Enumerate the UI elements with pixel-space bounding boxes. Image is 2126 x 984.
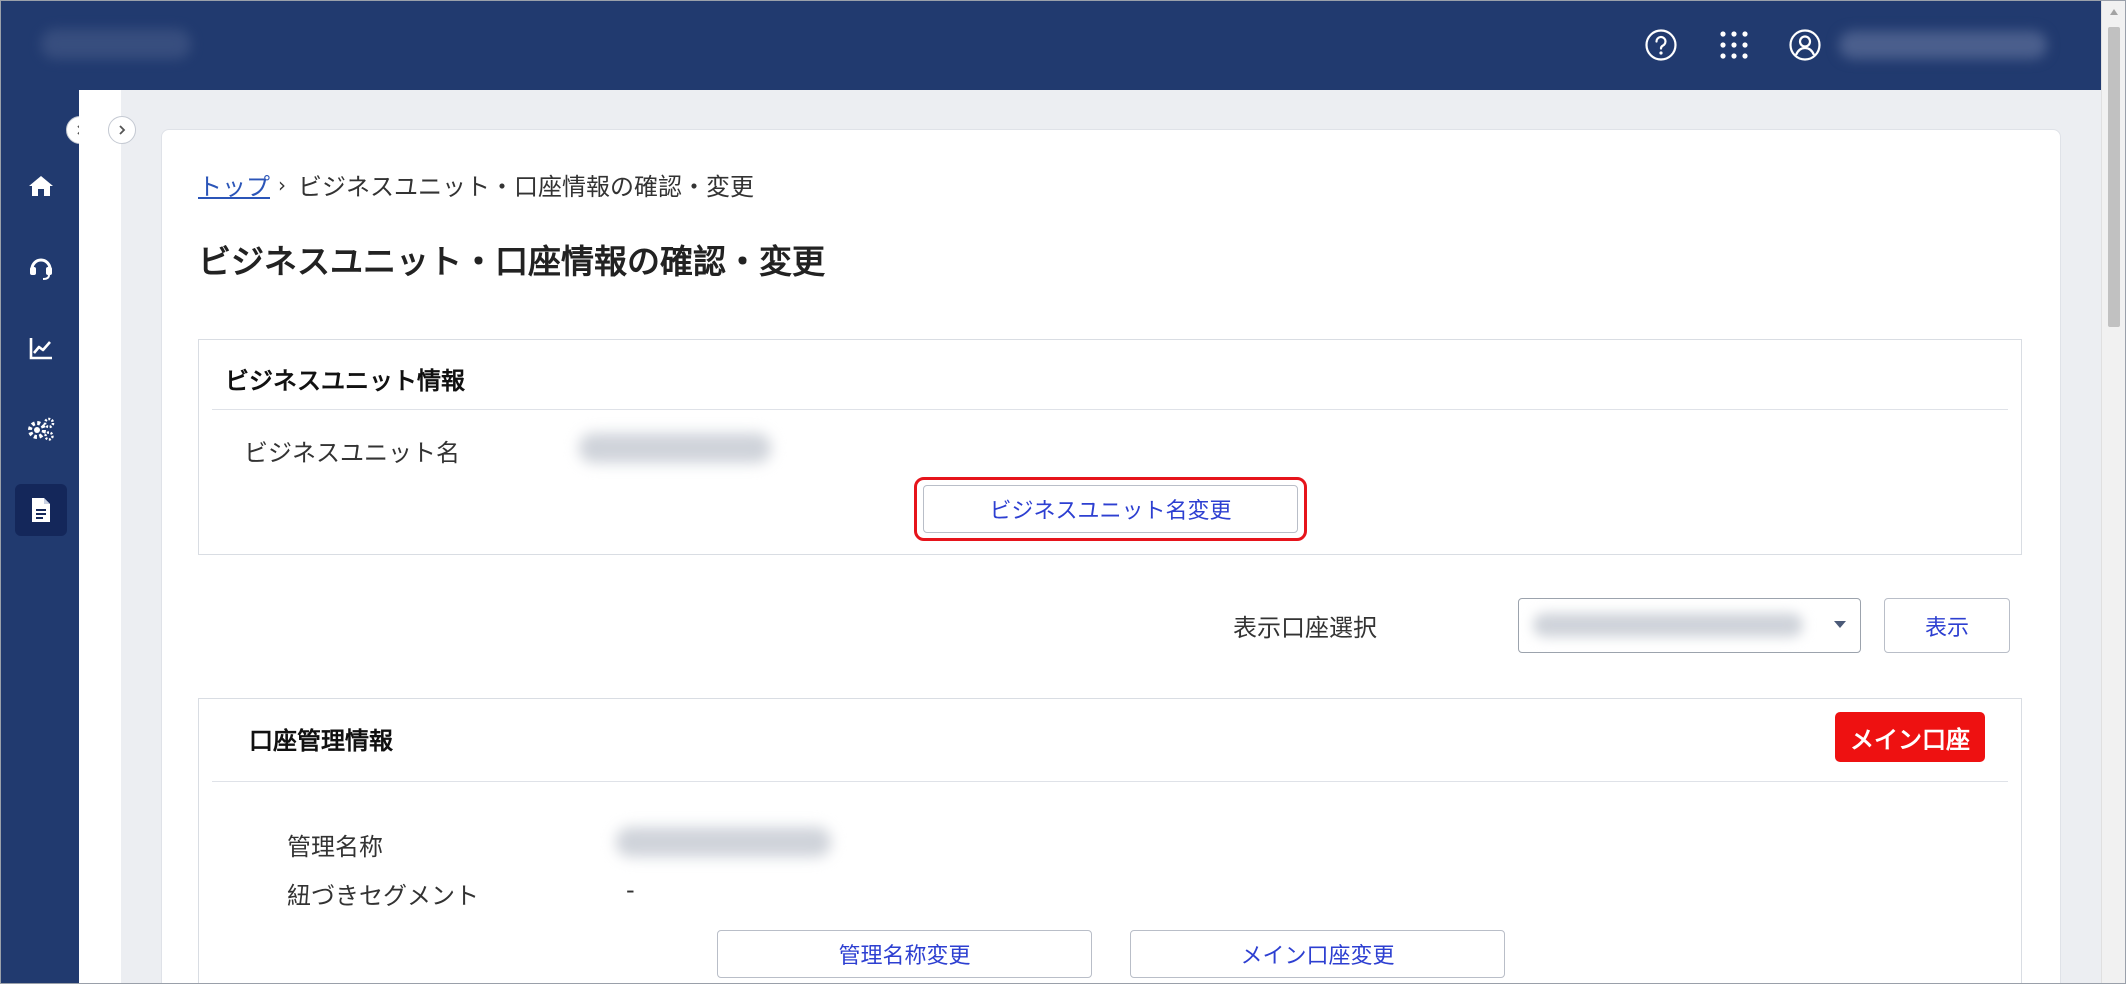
scroll-up-arrow-icon[interactable]: [2102, 1, 2125, 23]
management-name-value: [616, 827, 831, 857]
business-unit-section-title: ビジネスユニット情報: [225, 367, 465, 395]
account-management-section-title: 口座管理情報: [249, 727, 393, 755]
user-circle-icon[interactable]: [1787, 27, 1823, 63]
grid-dots-icon[interactable]: [1716, 27, 1752, 63]
chevron-right-icon: [119, 125, 126, 135]
account-select-label: 表示口座選択: [1233, 614, 1377, 642]
breadcrumb: トップ › ビジネスユニット・口座情報の確認・変更: [198, 167, 754, 202]
linked-segment-label: 紐づきセグメント: [287, 882, 479, 910]
business-unit-name-label: ビジネスユニット名: [244, 439, 460, 467]
account-select-value: [1533, 613, 1803, 637]
main-account-change-button[interactable]: メイン口座変更: [1130, 930, 1505, 978]
breadcrumb-current: ビジネスユニット・口座情報の確認・変更: [298, 173, 754, 201]
chevron-down-icon: [1834, 621, 1846, 628]
sub-sidebar: [79, 90, 121, 983]
settings-icon: [28, 417, 55, 441]
scroll-thumb[interactable]: [2108, 27, 2120, 327]
chart-icon: [29, 338, 52, 360]
sidebar-item-home[interactable]: [15, 160, 67, 212]
sidebar-item-documents[interactable]: [15, 484, 67, 536]
home-icon: [29, 176, 53, 196]
main-account-badge: メイン口座: [1835, 712, 1985, 762]
breadcrumb-top-link[interactable]: トップ: [198, 167, 270, 202]
sidebar-item-analytics[interactable]: [15, 322, 67, 374]
section-divider: [212, 781, 2008, 782]
help-circle-icon[interactable]: [1643, 27, 1679, 63]
business-unit-name-change-button[interactable]: ビジネスユニット名変更: [923, 485, 1298, 533]
vertical-scrollbar[interactable]: [2101, 1, 2125, 983]
linked-segment-value: -: [626, 876, 635, 904]
sidebar: [1, 90, 79, 983]
page-title: ビジネスユニット・口座情報の確認・変更: [198, 242, 825, 281]
top-bar: [1, 1, 2101, 90]
section-divider: [212, 409, 2008, 410]
document-icon: [32, 498, 50, 522]
account-management-section: [198, 698, 2022, 983]
breadcrumb-separator: ›: [278, 172, 286, 197]
user-name[interactable]: [1839, 31, 2047, 59]
management-name-change-button[interactable]: 管理名称変更: [717, 930, 1092, 978]
show-button[interactable]: 表示: [1884, 598, 2010, 653]
headset-icon: [30, 258, 52, 280]
brand-logo: [41, 29, 191, 59]
sidebar-item-settings[interactable]: [15, 403, 67, 455]
sub-sidebar-expand-toggle[interactable]: [108, 116, 136, 144]
business-unit-name-value: [579, 433, 771, 463]
sidebar-item-support[interactable]: [15, 241, 67, 293]
app-window: トップ › ビジネスユニット・口座情報の確認・変更 ビジネスユニット・口座情報の…: [0, 0, 2126, 984]
account-select-dropdown[interactable]: [1518, 598, 1861, 653]
management-name-label: 管理名称: [287, 833, 383, 861]
